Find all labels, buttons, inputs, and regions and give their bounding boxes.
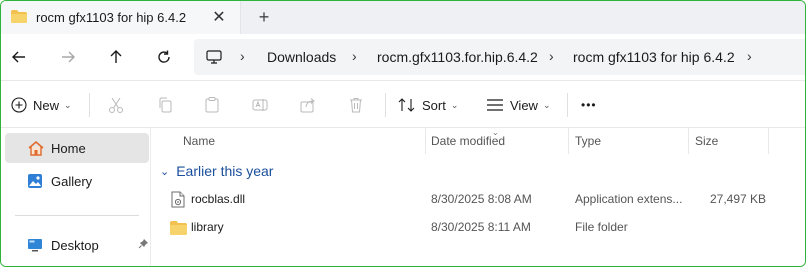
refresh-icon	[158, 50, 170, 63]
file-size: 27,497 KB	[710, 192, 767, 206]
delete-button[interactable]	[347, 81, 365, 129]
column-divider[interactable]	[425, 128, 426, 154]
share-button[interactable]	[299, 81, 317, 129]
rename-button[interactable]	[251, 81, 269, 129]
plus-circle-icon	[11, 97, 27, 113]
toolbar-divider	[385, 93, 386, 117]
sidebar-item-gallery[interactable]: Gallery	[5, 166, 149, 196]
sort-button[interactable]: Sort ⌄	[398, 81, 458, 129]
share-icon	[300, 98, 315, 113]
sidebar-item-label: Gallery	[51, 173, 93, 189]
navigation-bar: › Downloads › rocm.gfx1103.for.hip.6.4.2…	[1, 34, 805, 80]
sort-icon	[398, 98, 415, 112]
column-header-size[interactable]: Size	[695, 134, 718, 148]
breadcrumb-separator-icon[interactable]: ›	[747, 48, 752, 64]
computer-icon	[206, 50, 222, 64]
scissors-icon	[109, 97, 123, 113]
view-label: View	[510, 97, 538, 113]
tab-strip: rocm gfx1103 for hip 6.4.2 ✕ +	[1, 1, 805, 34]
file-type: Application extens...	[575, 192, 683, 206]
navigation-pane: Home Gallery Desktop	[1, 128, 151, 266]
clipboard-icon	[205, 97, 219, 113]
toolbar-divider	[89, 93, 90, 117]
sort-label: Sort	[422, 97, 446, 113]
arrow-left-icon	[12, 51, 25, 63]
paste-button[interactable]	[203, 81, 221, 129]
column-header-name[interactable]: Name	[183, 134, 215, 148]
trash-icon	[350, 98, 362, 113]
pin-icon	[138, 239, 148, 249]
breadcrumb-downloads[interactable]: Downloads	[267, 49, 336, 65]
arrow-right-icon	[62, 51, 75, 63]
sidebar-item-label: Desktop	[51, 237, 99, 253]
breadcrumb-separator-icon[interactable]: ›	[352, 48, 357, 64]
address-bar[interactable]: › Downloads › rocm.gfx1103.for.hip.6.4.2…	[194, 39, 805, 75]
command-bar: New ⌄ Sort ⌄ View ⌄ •••	[1, 80, 805, 129]
desktop-icon	[28, 239, 42, 252]
sidebar-item-home[interactable]: Home	[5, 133, 149, 163]
new-button[interactable]: New ⌄	[11, 81, 72, 129]
file-list: Name ⌄ Date modified Type Size ⌄ Earlier…	[152, 128, 805, 266]
folder-icon	[170, 221, 187, 235]
gallery-icon	[28, 174, 42, 188]
arrow-up-icon	[110, 50, 122, 63]
more-options-button[interactable]: •••	[581, 81, 597, 129]
forward-button[interactable]	[55, 44, 81, 70]
column-divider[interactable]	[768, 128, 769, 154]
column-divider[interactable]	[688, 128, 689, 154]
cut-button[interactable]	[107, 81, 125, 129]
table-row[interactable]: rocblas.dll 8/30/2025 8:08 AM Applicatio…	[152, 187, 805, 213]
refresh-button[interactable]	[151, 44, 177, 70]
sidebar-item-desktop[interactable]: Desktop	[5, 230, 149, 260]
column-divider[interactable]	[568, 128, 569, 154]
up-button[interactable]	[103, 44, 129, 70]
more-icon: •••	[581, 98, 597, 112]
column-header-type[interactable]: Type	[575, 134, 601, 148]
breadcrumb-zip-folder[interactable]: rocm.gfx1103.for.hip.6.4.2	[377, 49, 538, 65]
file-date: 8/30/2025 8:11 AM	[431, 220, 531, 234]
file-name: rocblas.dll	[191, 192, 246, 206]
list-view-icon	[487, 99, 503, 111]
close-tab-icon[interactable]: ✕	[209, 7, 229, 27]
breadcrumb-current-folder[interactable]: rocm gfx1103 for hip 6.4.2	[573, 49, 735, 65]
pin-icon[interactable]	[138, 238, 149, 252]
sidebar-divider	[15, 215, 139, 216]
tab-current-folder[interactable]: rocm gfx1103 for hip 6.4.2 ✕	[1, 1, 241, 34]
explorer-window: rocm gfx1103 for hip 6.4.2 ✕ + › Downloa…	[0, 0, 806, 267]
view-button[interactable]: View ⌄	[486, 81, 551, 129]
copy-button[interactable]	[156, 81, 174, 129]
new-label: New	[33, 97, 60, 113]
home-icon	[28, 140, 44, 156]
group-label: Earlier this year	[176, 163, 274, 179]
dll-file-icon	[171, 191, 185, 208]
copy-icon	[159, 97, 172, 113]
toolbar-divider	[567, 93, 568, 117]
file-date: 8/30/2025 8:08 AM	[431, 192, 532, 206]
chevron-down-icon: ⌄	[542, 99, 551, 110]
folder-icon	[11, 10, 27, 23]
chevron-down-icon: ⌄	[450, 99, 459, 110]
column-header-date[interactable]: Date modified	[431, 134, 505, 148]
sidebar-item-label: Home	[51, 140, 86, 156]
file-name: library	[191, 220, 224, 234]
chevron-down-icon: ⌄	[64, 99, 72, 110]
back-button[interactable]	[6, 44, 32, 70]
file-type: File folder	[575, 220, 628, 234]
new-tab-button[interactable]: +	[253, 6, 275, 28]
chevron-down-icon: ⌄	[160, 165, 170, 178]
rename-icon	[252, 99, 268, 111]
breadcrumb-separator-icon[interactable]: ›	[549, 48, 554, 64]
tab-title: rocm gfx1103 for hip 6.4.2	[36, 10, 187, 25]
breadcrumb-separator-icon[interactable]: ›	[240, 48, 245, 64]
group-header[interactable]: ⌄ Earlier this year	[160, 163, 273, 179]
table-row[interactable]: library 8/30/2025 8:11 AM File folder	[152, 215, 805, 241]
